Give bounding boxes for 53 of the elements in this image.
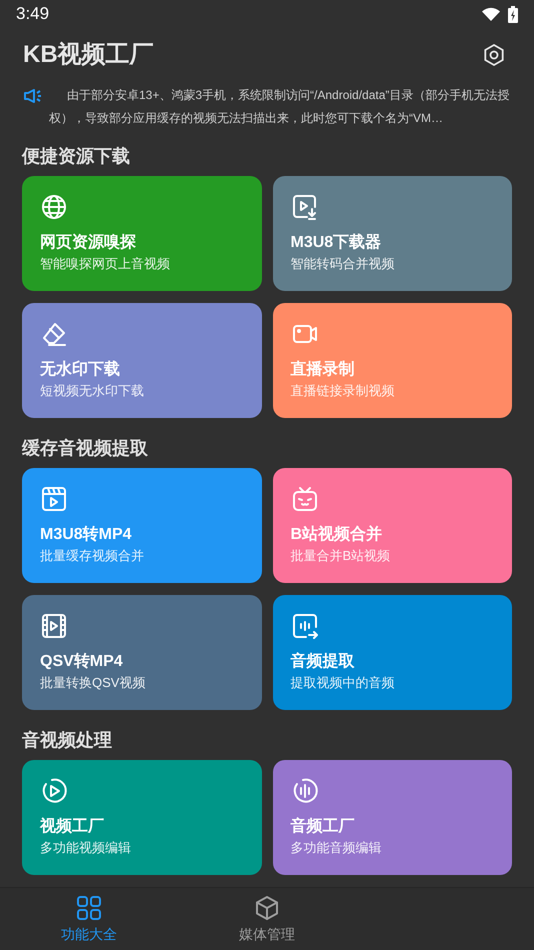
- card-subtitle: 智能转码合并视频: [290, 255, 394, 273]
- card-title: 音频工厂: [290, 816, 354, 837]
- play-circle-icon: [40, 777, 68, 805]
- card-subtitle: 批量合并B站视频: [290, 547, 390, 565]
- battery-icon: [508, 6, 518, 22]
- feature-card[interactable]: B站视频合并 批量合并B站视频: [272, 468, 512, 583]
- notice-text: 由于部分安卓13+、鸿蒙3手机，系统限制访问“/Android/data”目录（部分手机无法授权），导致部分应用缓存的视频无法扫描出来，此时您可下载个名为“VM…: [49, 87, 510, 127]
- tv-icon: [290, 485, 318, 513]
- feature-card[interactable]: 视频工厂 多功能视频编辑: [22, 760, 262, 875]
- section-title: 便捷资源下载: [22, 144, 131, 168]
- audio-export-icon: [290, 612, 318, 640]
- feature-card[interactable]: 音频提取 提取视频中的音频: [272, 595, 512, 710]
- card-title: 视频工厂: [40, 816, 104, 837]
- wifi-icon: [482, 7, 500, 21]
- card-subtitle: 多功能视频编辑: [40, 839, 131, 857]
- clapperboard-icon: [40, 485, 68, 513]
- card-title: M3U8下载器: [290, 232, 382, 253]
- card-title: 网页资源嗅探: [40, 232, 136, 253]
- card-title: B站视频合并: [290, 524, 382, 545]
- app-title: KB视频工厂: [23, 40, 154, 70]
- film-icon: [40, 612, 68, 640]
- eraser-icon: [40, 320, 68, 348]
- card-subtitle: 短视频无水印下载: [40, 382, 144, 400]
- card-title: QSV转MP4: [40, 652, 123, 672]
- card-subtitle: 智能嗅探网页上音视频: [40, 255, 170, 273]
- feature-card[interactable]: 无水印下载 短视频无水印下载: [22, 303, 262, 418]
- feature-card[interactable]: M3U8转MP4 批量缓存视频合并: [22, 468, 262, 583]
- feature-card[interactable]: 直播录制 直播链接录制视频: [272, 303, 512, 418]
- card-title: 音频提取: [290, 651, 354, 672]
- clock: 3:49: [16, 3, 50, 26]
- feature-card[interactable]: QSV转MP4 批量转换QSV视频: [22, 595, 262, 710]
- section-title: 音视频处理: [22, 728, 113, 752]
- card-subtitle: 批量转换QSV视频: [40, 674, 146, 692]
- grid-icon: [75, 894, 103, 922]
- card-title: 无水印下载: [40, 360, 120, 380]
- nav-tab[interactable]: 媒体管理: [178, 888, 356, 950]
- feature-card[interactable]: 网页资源嗅探 智能嗅探网页上音视频: [22, 176, 262, 291]
- card-title: 直播录制: [290, 360, 354, 380]
- nav-tab[interactable]: 功能大全: [0, 888, 178, 950]
- card-subtitle: 批量缓存视频合并: [40, 547, 144, 565]
- settings-button[interactable]: [482, 43, 506, 67]
- video-download-icon: [290, 193, 318, 221]
- globe-icon: [40, 193, 68, 221]
- card-title: M3U8转MP4: [40, 524, 132, 545]
- card-subtitle: 直播链接录制视频: [290, 382, 394, 400]
- speaker-icon: [23, 88, 41, 104]
- section-title: 缓存音视频提取: [22, 436, 149, 460]
- card-subtitle: 多功能音频编辑: [290, 839, 382, 857]
- cube-icon: [253, 894, 281, 922]
- feature-card[interactable]: 音频工厂 多功能音频编辑: [272, 760, 512, 875]
- card-subtitle: 提取视频中的音频: [290, 674, 394, 692]
- sound-wave-circle-icon: [290, 777, 318, 805]
- feature-card[interactable]: M3U8下载器 智能转码合并视频: [272, 176, 512, 291]
